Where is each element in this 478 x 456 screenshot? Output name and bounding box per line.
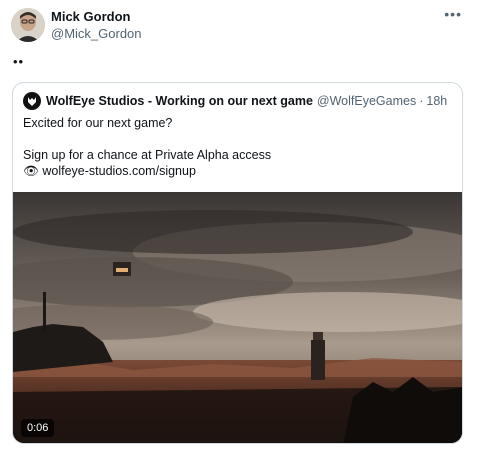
- author-name[interactable]: Mick Gordon: [51, 9, 130, 24]
- video-thumbnail: [13, 192, 462, 443]
- author-handle[interactable]: @Mick_Gordon: [51, 26, 142, 41]
- quoted-link-line: 👁 wolfeye-studios.com/signup: [23, 164, 196, 179]
- quoted-avatar[interactable]: [23, 92, 41, 110]
- wolf-logo-icon: [28, 97, 36, 106]
- video-duration: 0:06: [21, 419, 55, 437]
- quoted-tweet[interactable]: WolfEye Studios - Working on our next ga…: [12, 82, 463, 444]
- tweet-text: ••: [13, 54, 25, 69]
- quoted-time[interactable]: 18h: [426, 94, 447, 108]
- quoted-text-line-2: Sign up for a chance at Private Alpha ac…: [23, 148, 272, 162]
- video-player[interactable]: 0:06: [13, 192, 462, 443]
- quoted-handle[interactable]: @WolfEyeGames: [317, 94, 416, 108]
- quoted-header: WolfEye Studios - Working on our next ga…: [23, 92, 447, 110]
- more-horizontal-icon[interactable]: •••: [444, 6, 462, 22]
- eye-icon: 👁: [23, 164, 39, 178]
- quoted-name[interactable]: WolfEye Studios - Working on our next ga…: [46, 94, 313, 108]
- author-avatar[interactable]: [11, 8, 45, 42]
- quoted-link[interactable]: wolfeye-studios.com/signup: [42, 164, 196, 178]
- separator-dot: ·: [419, 94, 424, 108]
- quoted-text-line-1: Excited for our next game?: [23, 116, 173, 130]
